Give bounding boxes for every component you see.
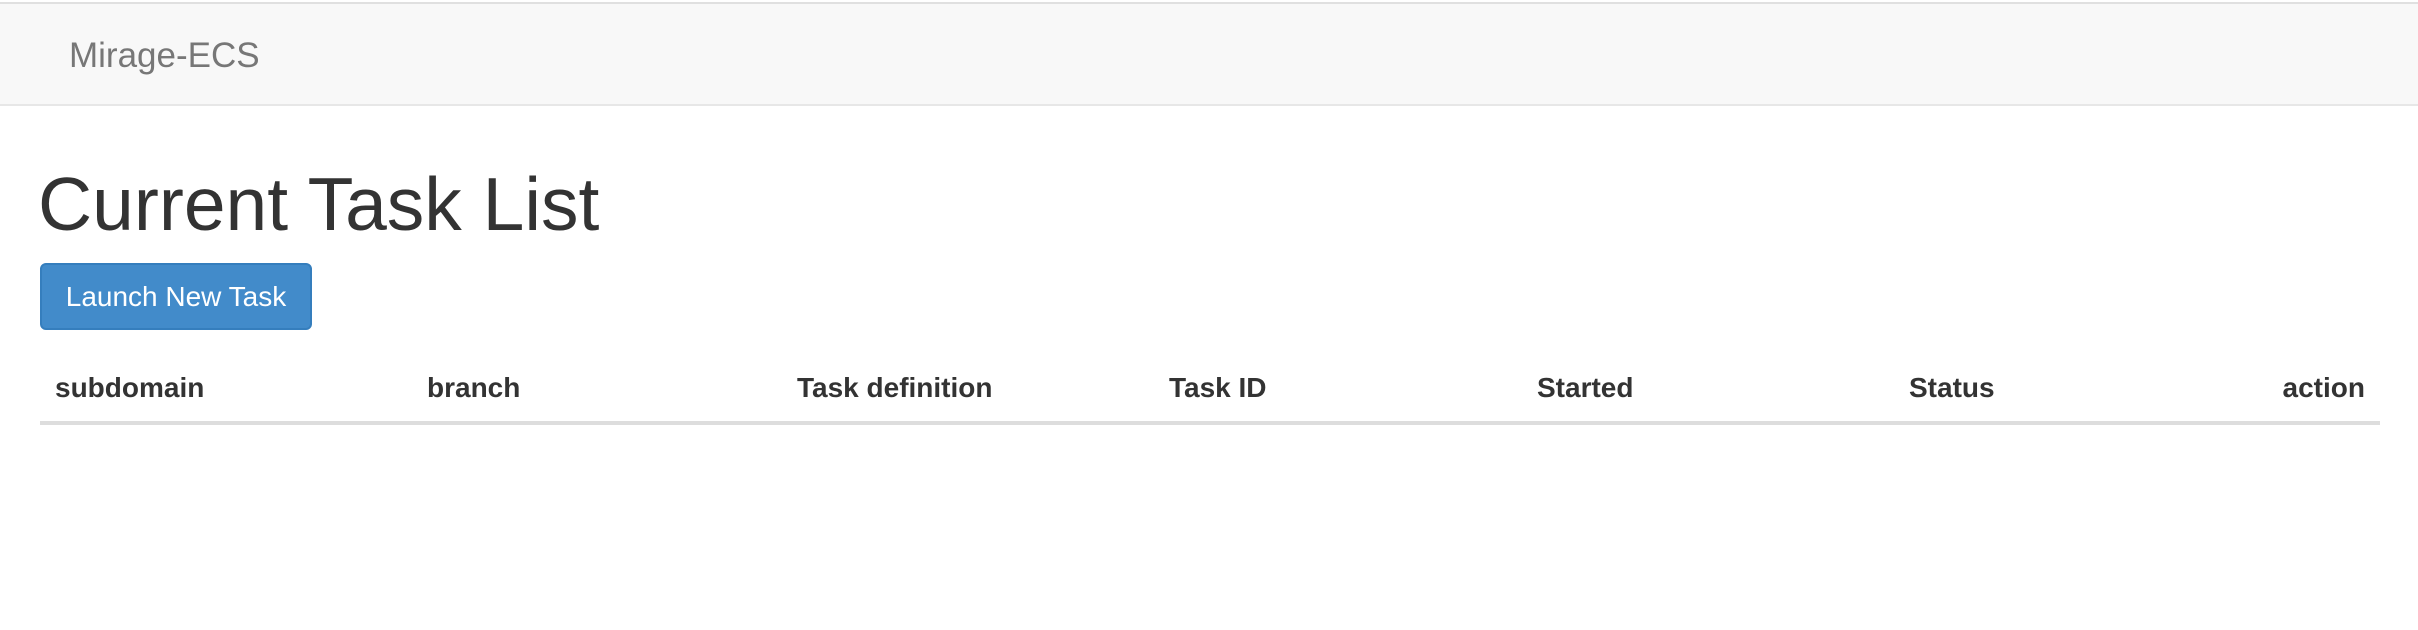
page-title: Current Task List [38,162,600,246]
task-table: subdomain branch Task definition Task ID… [40,355,2380,425]
column-header-action: action [2282,372,2365,403]
column-header-started: Started [1537,372,1634,403]
table-header-row: subdomain branch Task definition Task ID… [40,355,2380,423]
launch-new-task-button[interactable]: Launch New Task [40,263,312,330]
column-header-task-definition: Task definition [797,372,993,403]
top-navbar: Mirage-ECS [0,2,2418,106]
navbar-brand-link[interactable]: Mirage-ECS [69,33,260,79]
column-header-status: Status [1909,372,1995,403]
column-header-task-id: Task ID [1169,372,1267,403]
column-header-subdomain: subdomain [55,372,205,403]
column-header-branch: branch [427,372,521,403]
